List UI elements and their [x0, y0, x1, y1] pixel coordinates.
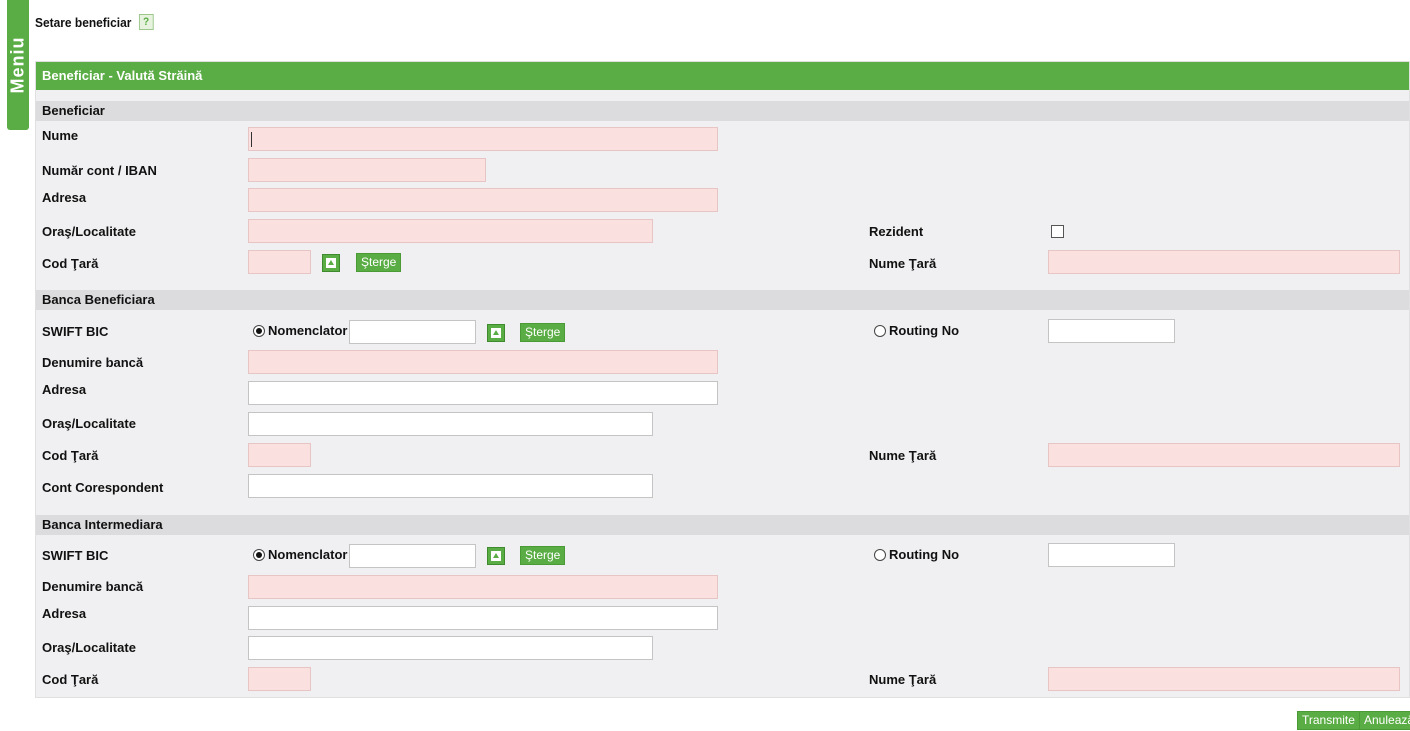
swift-input[interactable] — [349, 320, 476, 344]
banca-oras-input[interactable] — [248, 412, 653, 436]
section-banca-beneficiara: Banca Beneficiara — [36, 290, 1409, 310]
menu-tab[interactable]: Meniu — [7, 0, 29, 130]
menu-tab-label: Meniu — [7, 36, 28, 94]
int-nomenclator-radio-group[interactable]: Nomenclator — [253, 547, 347, 562]
nume-input[interactable] — [248, 127, 718, 151]
swift-sterge-button[interactable]: Şterge — [520, 323, 566, 342]
int-swift-input[interactable] — [349, 544, 476, 568]
text-caret — [251, 132, 252, 147]
int-denumire-banca-label: Denumire bancă — [42, 579, 144, 594]
cont-corespondent-input[interactable] — [248, 474, 653, 498]
banca-cod-tara-label: Cod Ţară — [42, 448, 99, 463]
nomenclator-label: Nomenclator — [268, 323, 348, 338]
page-title-text: Setare beneficiar — [35, 14, 132, 30]
int-routing-radio[interactable] — [874, 548, 886, 561]
int-cod-tara-input[interactable] — [248, 667, 311, 691]
oras-label: Oraş/Localitate — [42, 224, 136, 239]
anuleaza-button[interactable]: Anulează — [1359, 711, 1410, 730]
denumire-banca-input[interactable] — [248, 350, 718, 374]
oras-input[interactable] — [248, 219, 653, 243]
nume-tara-input[interactable] — [1048, 250, 1400, 274]
routing-radio[interactable] — [874, 324, 886, 337]
nomenclator-radio[interactable] — [253, 324, 265, 337]
banca-nume-tara-input[interactable] — [1048, 443, 1400, 467]
sterge-button[interactable]: Şterge — [356, 253, 402, 272]
int-nume-tara-label: Nume Ţară — [869, 672, 937, 687]
denumire-banca-label: Denumire bancă — [42, 355, 144, 370]
banca-oras-label: Oraş/Localitate — [42, 416, 136, 431]
swift-picker-icon[interactable] — [487, 324, 505, 342]
routing-input[interactable] — [1048, 319, 1175, 343]
int-swift-label: SWIFT BIC — [42, 548, 109, 563]
int-swift-picker-icon[interactable] — [487, 547, 505, 565]
beneficiary-form-panel: Beneficiar - Valută Străină Beneficiar N… — [35, 61, 1410, 698]
int-nomenclator-radio[interactable] — [253, 548, 265, 561]
panel-title: Beneficiar - Valută Străină — [36, 62, 1409, 90]
cod-tara-label: Cod Ţară — [42, 256, 99, 271]
cont-iban-input[interactable] — [248, 158, 486, 182]
nume-label: Nume — [42, 128, 79, 143]
routing-label: Routing No — [889, 323, 960, 338]
nume-tara-label: Nume Ţară — [869, 256, 937, 271]
int-routing-input[interactable] — [1048, 543, 1175, 567]
page-title: Setare beneficiar ? — [35, 14, 154, 30]
nomenclator-radio-group[interactable]: Nomenclator — [253, 323, 347, 338]
banca-adresa-input[interactable] — [248, 381, 718, 405]
help-icon[interactable]: ? — [138, 14, 154, 30]
rezident-checkbox[interactable] — [1051, 225, 1064, 238]
banca-adresa-label: Adresa — [42, 382, 87, 397]
int-oras-label: Oraş/Localitate — [42, 640, 136, 655]
routing-radio-group[interactable]: Routing No — [874, 323, 959, 338]
section-banca-intermediara: Banca Intermediara — [36, 515, 1409, 535]
swift-label: SWIFT BIC — [42, 324, 109, 339]
int-routing-radio-group[interactable]: Routing No — [874, 547, 959, 562]
adresa-label: Adresa — [42, 190, 87, 205]
int-nume-tara-input[interactable] — [1048, 667, 1400, 691]
rezident-label: Rezident — [869, 224, 924, 239]
adresa-input[interactable] — [248, 188, 718, 212]
int-adresa-label: Adresa — [42, 606, 87, 621]
cont-corespondent-label: Cont Corespondent — [42, 480, 164, 495]
int-oras-input[interactable] — [248, 636, 653, 660]
int-denumire-banca-input[interactable] — [248, 575, 718, 599]
int-nomenclator-label: Nomenclator — [268, 547, 348, 562]
int-adresa-input[interactable] — [248, 606, 718, 630]
country-picker-icon[interactable] — [322, 254, 340, 272]
cod-tara-input[interactable] — [248, 250, 311, 274]
int-cod-tara-label: Cod Ţară — [42, 672, 99, 687]
banca-cod-tara-input[interactable] — [248, 443, 311, 467]
transmite-button[interactable]: Transmite — [1297, 711, 1360, 730]
cont-iban-label: Număr cont / IBAN — [42, 163, 157, 178]
banca-nume-tara-label: Nume Ţară — [869, 448, 937, 463]
section-beneficiar: Beneficiar — [36, 101, 1409, 121]
int-swift-sterge-button[interactable]: Şterge — [520, 546, 566, 565]
int-routing-label: Routing No — [889, 547, 960, 562]
